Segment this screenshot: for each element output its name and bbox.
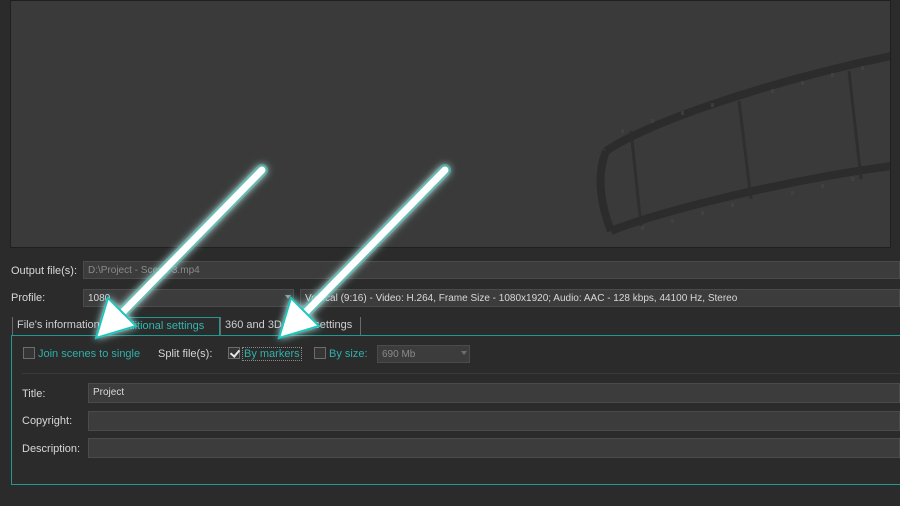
output-files-field[interactable]: D:\Project - Scene 3.mp4 — [83, 261, 900, 279]
video-preview — [10, 0, 891, 248]
film-strip-icon — [596, 52, 890, 235]
profile-label: Profile: — [11, 292, 46, 304]
chevron-down-icon — [285, 295, 291, 299]
split-files-label: Split file(s): — [158, 348, 213, 360]
chevron-down-icon — [461, 351, 467, 355]
title-label: Title: — [22, 388, 46, 400]
by-size-checkbox[interactable] — [314, 347, 326, 359]
tab-360-3d-video-settings[interactable]: 360 and 3D video settings — [220, 317, 361, 335]
tab-files-information[interactable]: File's information — [12, 317, 110, 335]
by-markers-label: By markers — [242, 347, 302, 361]
panel-divider — [22, 373, 900, 374]
by-markers-label-wrap: By markers — [242, 347, 302, 361]
by-size-select[interactable]: 690 Mb — [377, 345, 470, 363]
by-size-label: By size: — [329, 348, 368, 360]
join-scenes-label: Join scenes to single — [38, 348, 141, 360]
profile-select-value: 1080 — [88, 293, 111, 304]
output-files-label: Output file(s): — [11, 265, 78, 277]
title-input[interactable]: Project — [88, 383, 900, 403]
profile-description: Vertical (9:16) - Video: H.264, Frame Si… — [300, 289, 900, 307]
copyright-input[interactable] — [88, 411, 900, 431]
by-markers-checkbox[interactable] — [228, 347, 240, 359]
profile-select[interactable]: 1080 — [83, 289, 294, 307]
copyright-label: Copyright: — [22, 415, 73, 427]
tab-additional-settings[interactable]: Additional settings — [110, 317, 220, 335]
description-label: Description: — [22, 443, 81, 455]
description-input[interactable] — [88, 438, 900, 458]
join-scenes-checkbox[interactable] — [23, 347, 35, 359]
bottom-area — [0, 485, 900, 506]
by-size-value: 690 Mb — [382, 349, 416, 360]
